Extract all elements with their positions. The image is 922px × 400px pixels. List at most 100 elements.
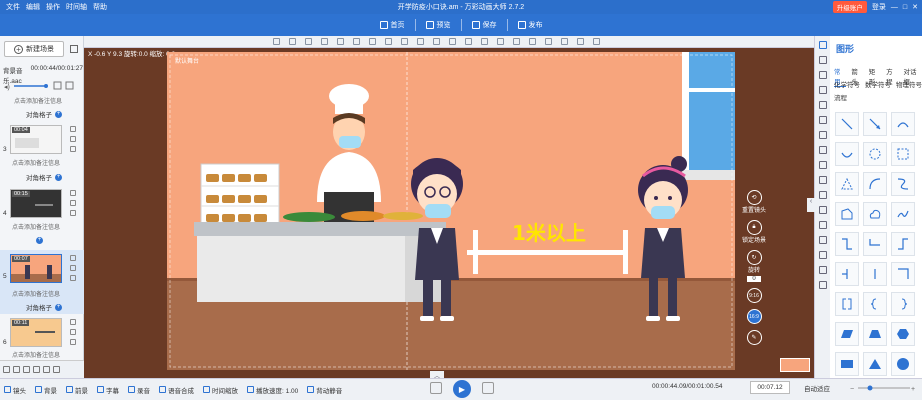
delete-icon[interactable] bbox=[70, 265, 76, 271]
chat-icon[interactable] bbox=[818, 116, 827, 124]
scene-note[interactable]: 点击添加备注信息 bbox=[12, 158, 60, 167]
fullscreen-icon[interactable] bbox=[545, 38, 552, 45]
expand-icon[interactable] bbox=[593, 38, 600, 45]
home-button[interactable]: 首页 bbox=[374, 17, 411, 33]
shape-triangle[interactable] bbox=[863, 352, 887, 376]
record-button[interactable]: 录音 bbox=[128, 385, 150, 395]
cat-physics[interactable]: 物理符号 bbox=[896, 79, 922, 89]
grid-view-icon[interactable] bbox=[3, 366, 10, 373]
play-button[interactable]: ▶ bbox=[453, 380, 471, 398]
scene-thumbnail[interactable]: 00:07 bbox=[10, 254, 62, 283]
shape-circle[interactable] bbox=[891, 352, 915, 376]
scene-note[interactable]: 点击添加备注信息 bbox=[12, 350, 60, 359]
auto-fit-button[interactable]: 自动适应 bbox=[804, 383, 830, 393]
menu-help[interactable]: 帮助 bbox=[93, 2, 107, 12]
image-icon[interactable] bbox=[818, 56, 827, 64]
background-button[interactable]: 背景 bbox=[35, 385, 57, 395]
shape-bracket[interactable] bbox=[835, 292, 859, 316]
foreground-button[interactable]: 前景 bbox=[66, 385, 88, 395]
scene-illustration[interactable]: 1米以上 bbox=[167, 52, 735, 370]
subtitle-button[interactable]: 字幕 bbox=[97, 385, 119, 395]
collapse-panel-icon[interactable]: ‹ bbox=[807, 198, 815, 212]
delete-icon[interactable] bbox=[449, 38, 456, 45]
zoom-in-icon[interactable] bbox=[497, 38, 504, 45]
scene-thumbnail[interactable]: 00:04 bbox=[10, 125, 62, 154]
star-icon[interactable] bbox=[23, 366, 30, 373]
add-transition-icon[interactable]: + bbox=[36, 237, 43, 244]
align-top-icon[interactable] bbox=[321, 38, 328, 45]
scene-menu-icon[interactable] bbox=[70, 45, 78, 53]
tool-icon[interactable] bbox=[818, 161, 827, 169]
list-view-icon[interactable] bbox=[13, 366, 20, 373]
shape-elbow[interactable] bbox=[835, 232, 859, 256]
time-scale-button[interactable]: 时间缩放 bbox=[203, 385, 238, 395]
drop-icon[interactable] bbox=[818, 266, 827, 274]
ratio-portrait-button[interactable]: 9:16 bbox=[738, 288, 770, 303]
paste-icon[interactable] bbox=[433, 38, 440, 45]
shape-rect-dashed[interactable] bbox=[891, 142, 915, 166]
ruler-icon[interactable] bbox=[481, 38, 488, 45]
scene-note[interactable]: 点击添加备注信息 bbox=[12, 289, 60, 298]
maximize-icon[interactable]: □ bbox=[903, 4, 907, 11]
volume-slider[interactable]: ◂) bbox=[4, 81, 82, 91]
scene-note[interactable]: 点击添加备注信息 bbox=[14, 96, 62, 105]
zoom-slider[interactable]: − + bbox=[850, 383, 916, 393]
align-bottom-icon[interactable] bbox=[353, 38, 360, 45]
chart-icon[interactable] bbox=[818, 131, 827, 139]
next-frame-icon[interactable] bbox=[482, 382, 494, 394]
tts-button[interactable]: 语音合成 bbox=[159, 385, 194, 395]
shape-trapezoid[interactable] bbox=[863, 322, 887, 346]
grid-icon[interactable] bbox=[818, 191, 827, 199]
music-icon[interactable] bbox=[818, 101, 827, 109]
align-left-icon[interactable] bbox=[273, 38, 280, 45]
shape-s-curve[interactable] bbox=[891, 172, 915, 196]
settings-icon[interactable] bbox=[70, 275, 76, 281]
settings-icon[interactable] bbox=[70, 210, 76, 216]
redo-icon[interactable] bbox=[577, 38, 584, 45]
copy-icon[interactable] bbox=[70, 319, 76, 325]
shape-connector-2[interactable] bbox=[863, 262, 887, 286]
crown-icon[interactable] bbox=[818, 251, 827, 259]
shape-elbow-arrow[interactable] bbox=[863, 232, 887, 256]
stage[interactable]: 1米以上 默认舞台 bbox=[167, 52, 735, 370]
globe-icon[interactable] bbox=[818, 206, 827, 214]
lock-scene-button[interactable]: 🔒︎ 锁定场景 bbox=[738, 220, 770, 244]
reset-lens-button[interactable]: ⟲ 重置镜头 bbox=[738, 190, 770, 214]
settings-icon[interactable] bbox=[70, 339, 76, 345]
settings-icon[interactable] bbox=[70, 146, 76, 152]
transition-label[interactable]: 对角格子 + bbox=[26, 109, 62, 119]
undo-icon[interactable] bbox=[561, 38, 568, 45]
shape-circle-dashed[interactable] bbox=[863, 142, 887, 166]
delete-icon[interactable] bbox=[70, 200, 76, 206]
cat-chem[interactable]: 化学符号 bbox=[834, 79, 860, 89]
menu-operate[interactable]: 操作 bbox=[46, 2, 60, 12]
lens-button[interactable]: 镜头 bbox=[4, 385, 26, 395]
hand-icon[interactable] bbox=[818, 236, 827, 244]
collapse-timeline-icon[interactable]: ︿ bbox=[430, 371, 444, 380]
shape-arrow-line[interactable] bbox=[863, 112, 887, 136]
scene-note[interactable]: 点击添加备注信息 bbox=[12, 222, 60, 231]
mute-button[interactable]: 背动静音 bbox=[307, 385, 342, 395]
fit-icon[interactable] bbox=[529, 38, 536, 45]
menu-edit[interactable]: 编辑 bbox=[26, 2, 40, 12]
lock-icon[interactable] bbox=[401, 38, 408, 45]
shape-parallelogram[interactable] bbox=[835, 322, 859, 346]
video-icon[interactable] bbox=[818, 176, 827, 184]
ratio-landscape-button[interactable]: 16:9 bbox=[738, 309, 770, 324]
copy-icon[interactable] bbox=[70, 126, 76, 132]
menu-file[interactable]: 文件 bbox=[6, 2, 20, 12]
shape-arc[interactable] bbox=[891, 112, 915, 136]
transition-label[interactable]: 对角格子 + bbox=[26, 172, 62, 182]
scene-thumbnail[interactable]: 00:15 bbox=[10, 189, 62, 218]
shape-triangle-dashed[interactable] bbox=[835, 172, 859, 196]
menu-timeline[interactable]: 时间轴 bbox=[66, 2, 87, 12]
preview-button[interactable]: 预览 bbox=[420, 17, 457, 33]
publish-button[interactable]: 发布 bbox=[512, 17, 549, 33]
shape-polygon[interactable] bbox=[835, 202, 859, 226]
copy-icon[interactable] bbox=[70, 190, 76, 196]
transition-label[interactable]: 对角格子 + bbox=[26, 302, 62, 312]
shape-curve[interactable] bbox=[835, 142, 859, 166]
speed-button[interactable]: 播放速度: 1.00 bbox=[247, 385, 298, 395]
table-icon[interactable] bbox=[818, 146, 827, 154]
login-link[interactable]: 登录 bbox=[872, 2, 886, 12]
